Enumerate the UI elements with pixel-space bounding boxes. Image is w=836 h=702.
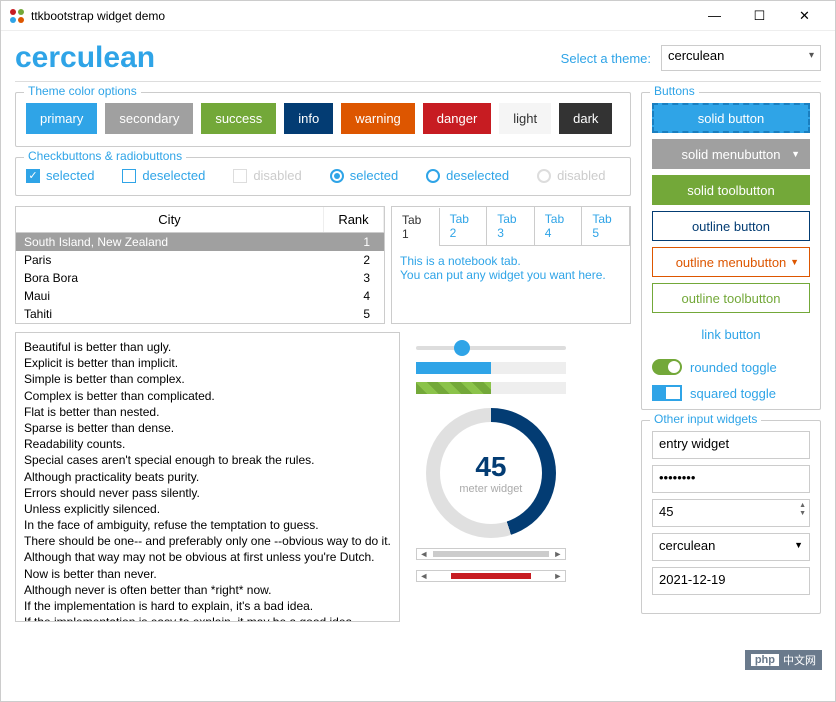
text-line: Although never is often better than *rig… — [24, 582, 391, 598]
meter-widget[interactable]: 45 meter widget — [426, 408, 556, 538]
text-line: Complex is better than complicated. — [24, 388, 391, 404]
outline-button[interactable]: outline button — [652, 211, 810, 241]
text-line: Simple is better than complex. — [24, 371, 391, 387]
outline-menubutton[interactable]: outline menubutton▼ — [652, 247, 810, 277]
separator — [15, 81, 821, 82]
text-line: Sparse is better than dense. — [24, 420, 391, 436]
secondary-button[interactable]: secondary — [105, 103, 193, 134]
radio-deselected[interactable]: deselected — [426, 168, 509, 183]
tab-content-line: This is a notebook tab. — [400, 254, 622, 268]
link-button[interactable]: link button — [652, 319, 810, 349]
text-line: Now is better than never. — [24, 566, 391, 582]
rounded-toggle[interactable]: rounded toggle — [652, 359, 810, 375]
text-line: Although practicality beats purity. — [24, 469, 391, 485]
text-widget[interactable]: Beautiful is better than ugly.Explicit i… — [15, 332, 400, 622]
spinner-arrows-icon[interactable]: ▲▼ — [799, 502, 806, 518]
date-input[interactable]: 2021-12-19 — [652, 567, 810, 595]
checkbox-deselected[interactable]: deselected — [122, 168, 205, 183]
radio-disabled: disabled — [537, 168, 605, 183]
text-line: Errors should never pass silently. — [24, 485, 391, 501]
primary-button[interactable]: primary — [26, 103, 97, 134]
chevron-down-icon: ▼ — [791, 149, 800, 159]
text-line: Readability counts. — [24, 436, 391, 452]
theme-color-legend: Theme color options — [24, 84, 141, 98]
entry-input[interactable]: entry widget — [652, 431, 810, 459]
app-icon — [9, 8, 25, 24]
inputs-fieldset: Other input widgets entry widget •••••••… — [641, 420, 821, 614]
checks-legend: Checkbuttons & radiobuttons — [24, 149, 186, 163]
chevron-down-icon: ▼ — [794, 540, 803, 550]
theme-color-fieldset: Theme color options primary secondary su… — [15, 92, 631, 147]
scrollbar-danger[interactable]: ◄► — [416, 570, 566, 582]
app-title: cerculean — [15, 41, 155, 75]
chevron-down-icon: ▼ — [790, 257, 799, 267]
table-row[interactable]: South Island, New Zealand1 — [16, 233, 384, 251]
table-row[interactable]: Maui4 — [16, 287, 384, 305]
maximize-button[interactable]: ☐ — [737, 2, 782, 30]
col-city[interactable]: City — [16, 207, 324, 232]
slider-thumb[interactable] — [454, 340, 470, 356]
progressbar — [416, 362, 566, 374]
inputs-legend: Other input widgets — [650, 412, 761, 426]
tab-content-line: You can put any widget you want here. — [400, 268, 622, 282]
tab[interactable]: Tab 1 — [392, 208, 440, 246]
text-line: Beautiful is better than ugly. — [24, 339, 391, 355]
solid-menubutton[interactable]: solid menubutton▼ — [652, 139, 810, 169]
text-line: Although that way may not be obvious at … — [24, 549, 391, 565]
city-table[interactable]: City Rank South Island, New Zealand1Pari… — [15, 206, 385, 324]
watermark-badge: php中文网 — [745, 650, 822, 670]
radio-selected[interactable]: selected — [330, 168, 398, 183]
close-button[interactable]: ✕ — [782, 2, 827, 30]
text-line: If the implementation is hard to explain… — [24, 598, 391, 614]
text-line: There should be one-- and preferably onl… — [24, 533, 391, 549]
checkbox-selected[interactable]: ✓selected — [26, 168, 94, 183]
slider[interactable] — [416, 346, 566, 350]
warning-button[interactable]: warning — [341, 103, 415, 134]
tab[interactable]: Tab 2 — [440, 207, 488, 245]
checks-fieldset: Checkbuttons & radiobuttons ✓selected de… — [15, 157, 631, 196]
tab[interactable]: Tab 3 — [487, 207, 535, 245]
toggle-square-icon — [652, 385, 682, 401]
table-row[interactable]: Paris2 — [16, 251, 384, 269]
col-rank[interactable]: Rank — [324, 207, 384, 232]
password-input[interactable]: •••••••• — [652, 465, 810, 493]
table-row[interactable]: Tahiti5 — [16, 305, 384, 323]
window-title: ttkbootstrap widget demo — [31, 9, 165, 23]
titlebar: ttkbootstrap widget demo — ☐ ✕ — [1, 1, 835, 31]
info-button[interactable]: info — [284, 103, 333, 134]
solid-button[interactable]: solid button — [652, 103, 810, 133]
dark-button[interactable]: dark — [559, 103, 612, 134]
toggle-pill-icon — [652, 359, 682, 375]
buttons-legend: Buttons — [650, 84, 699, 98]
theme-select[interactable]: cerculean — [661, 45, 821, 71]
text-line: Unless explicitly silenced. — [24, 501, 391, 517]
text-line: Explicit is better than implicit. — [24, 355, 391, 371]
solid-toolbutton[interactable]: solid toolbutton — [652, 175, 810, 205]
scrollbar-default[interactable]: ◄► — [416, 548, 566, 560]
notebook: Tab 1Tab 2Tab 3Tab 4Tab 5 This is a note… — [391, 206, 631, 324]
checkbox-disabled: disabled — [233, 168, 301, 183]
outline-toolbutton[interactable]: outline toolbutton — [652, 283, 810, 313]
text-line: Flat is better than nested. — [24, 404, 391, 420]
select-theme-label: Select a theme: — [561, 51, 651, 66]
tab[interactable]: Tab 5 — [582, 207, 630, 245]
meter-label: meter widget — [459, 483, 522, 495]
squared-toggle[interactable]: squared toggle — [652, 385, 810, 401]
success-button[interactable]: success — [201, 103, 276, 134]
spinbox-input[interactable]: 45▲▼ — [652, 499, 810, 527]
buttons-fieldset: Buttons solid button solid menubutton▼ s… — [641, 92, 821, 410]
combobox-input[interactable]: cerculean▼ — [652, 533, 810, 561]
text-line: If the implementation is easy to explain… — [24, 614, 391, 622]
danger-button[interactable]: danger — [423, 103, 491, 134]
text-line: Special cases aren't special enough to b… — [24, 452, 391, 468]
text-line: In the face of ambiguity, refuse the tem… — [24, 517, 391, 533]
table-row[interactable]: Bora Bora3 — [16, 269, 384, 287]
minimize-button[interactable]: — — [692, 2, 737, 30]
light-button[interactable]: light — [499, 103, 551, 134]
progressbar-striped — [416, 382, 566, 394]
tab[interactable]: Tab 4 — [535, 207, 583, 245]
meter-value: 45 — [475, 451, 506, 483]
